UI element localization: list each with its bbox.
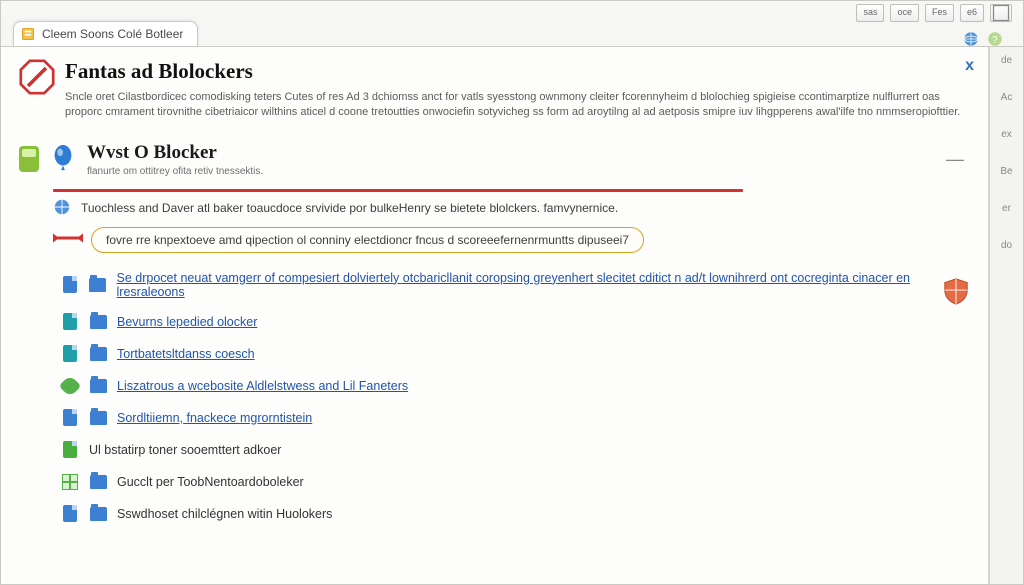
doc-icon <box>61 276 79 294</box>
doc-icon <box>61 409 79 427</box>
list-item: Sswdhoset chilclégnen witin Huolokers <box>61 505 970 523</box>
doc-icon <box>89 276 107 294</box>
tool-btn-2[interactable]: oce <box>890 4 919 22</box>
list-item: Gucclt per ToobNentoardoboleker <box>61 473 970 491</box>
leaf-icon <box>61 377 79 395</box>
tool-btn-3[interactable]: Fes <box>925 4 954 22</box>
right-sidebar: de Ac ex Be er do <box>989 47 1023 584</box>
doc-icon <box>61 345 79 363</box>
info-globe-icon <box>53 198 71 219</box>
list-item: Tortbatetsltdanss coesch <box>61 345 970 363</box>
shield-icon <box>942 277 970 308</box>
tool-btn-5[interactable] <box>990 4 1012 22</box>
sidebar-label: de <box>1001 55 1012 66</box>
info-text: Tuochless and Daver atl baker toaucdoce … <box>81 201 618 215</box>
topic-link[interactable]: Se drpocet neuat vamgerr of compesiert d… <box>117 271 970 299</box>
doc-icon <box>61 313 79 331</box>
balloon-icon <box>49 144 77 175</box>
doc-icon <box>61 505 79 523</box>
topic-link[interactable]: Tortbatetsltdanss coesch <box>117 347 255 361</box>
tab-main[interactable]: Cleem Soons Colé Botleer <box>13 21 198 47</box>
tool-btn-1[interactable]: sas <box>856 4 884 22</box>
list-item: Liszatrous a wcebosite Aldlelstwess and … <box>61 377 970 395</box>
top-toolbar: sas oce Fes e6 <box>856 4 1012 22</box>
topic-link[interactable]: Liszatrous a wcebosite Aldlelstwess and … <box>117 379 408 393</box>
svg-text:?: ? <box>992 35 998 46</box>
list-item: Se drpocet neuat vamgerr of compesiert d… <box>61 271 970 299</box>
robot-icon <box>19 146 39 172</box>
list-item: Sordltiiemn, fnackece mgrorntistein <box>61 409 970 427</box>
doc-icon <box>89 313 107 331</box>
sidebar-label: do <box>1001 240 1012 251</box>
doc-icon <box>89 505 107 523</box>
topic-text: Gucclt per ToobNentoardoboleker <box>117 475 304 489</box>
sidebar-label: ex <box>1001 129 1012 140</box>
tab-row: Cleem Soons Colé Botleer <box>1 21 1023 47</box>
stop-sign-icon <box>19 59 55 98</box>
grid-icon <box>61 473 79 491</box>
tab-icon <box>20 26 36 42</box>
tool-btn-4[interactable]: e6 <box>960 4 984 22</box>
sidebar-label: er <box>1002 203 1011 214</box>
doc-icon <box>89 345 107 363</box>
page-title: Fantas ad Blolockers <box>65 59 970 84</box>
doc-icon <box>89 409 107 427</box>
list-item: Ul bstatirp toner sooemttert adkoer <box>61 441 970 459</box>
tab-label: Cleem Soons Colé Botleer <box>42 27 183 41</box>
topic-link[interactable]: Bevurns lepedied olocker <box>117 315 257 329</box>
section-subtitle: flanurte om ottitrey ofita retiv tnessek… <box>87 166 263 177</box>
red-arrow-icon <box>53 229 83 250</box>
list-item: Bevurns lepedied olocker <box>61 313 970 331</box>
main-panel: x Fantas ad Blolockers Sncle oret Cilast… <box>1 47 989 584</box>
doc-icon <box>89 377 107 395</box>
highlighted-note: fovre rre knpextoeve amd qipection ol co… <box>91 227 644 253</box>
sidebar-label: Ac <box>1001 92 1013 103</box>
sidebar-label: Be <box>1000 166 1012 177</box>
doc-icon <box>89 473 107 491</box>
section-divider <box>53 189 743 192</box>
topic-text: Sswdhoset chilclégnen witin Huolokers <box>117 507 332 521</box>
doc-icon <box>61 441 79 459</box>
topic-link[interactable]: Sordltiiemn, fnackece mgrorntistein <box>117 411 312 425</box>
topic-list: Se drpocet neuat vamgerr of compesiert d… <box>61 271 970 523</box>
section-title: Wvst O Blocker <box>87 142 263 164</box>
collapse-button[interactable]: — <box>946 149 970 170</box>
topic-text: Ul bstatirp toner sooemttert adkoer <box>89 443 281 457</box>
close-button[interactable]: x <box>965 57 974 75</box>
page-description: Sncle oret Cilastbordicec comodisking te… <box>65 90 970 120</box>
